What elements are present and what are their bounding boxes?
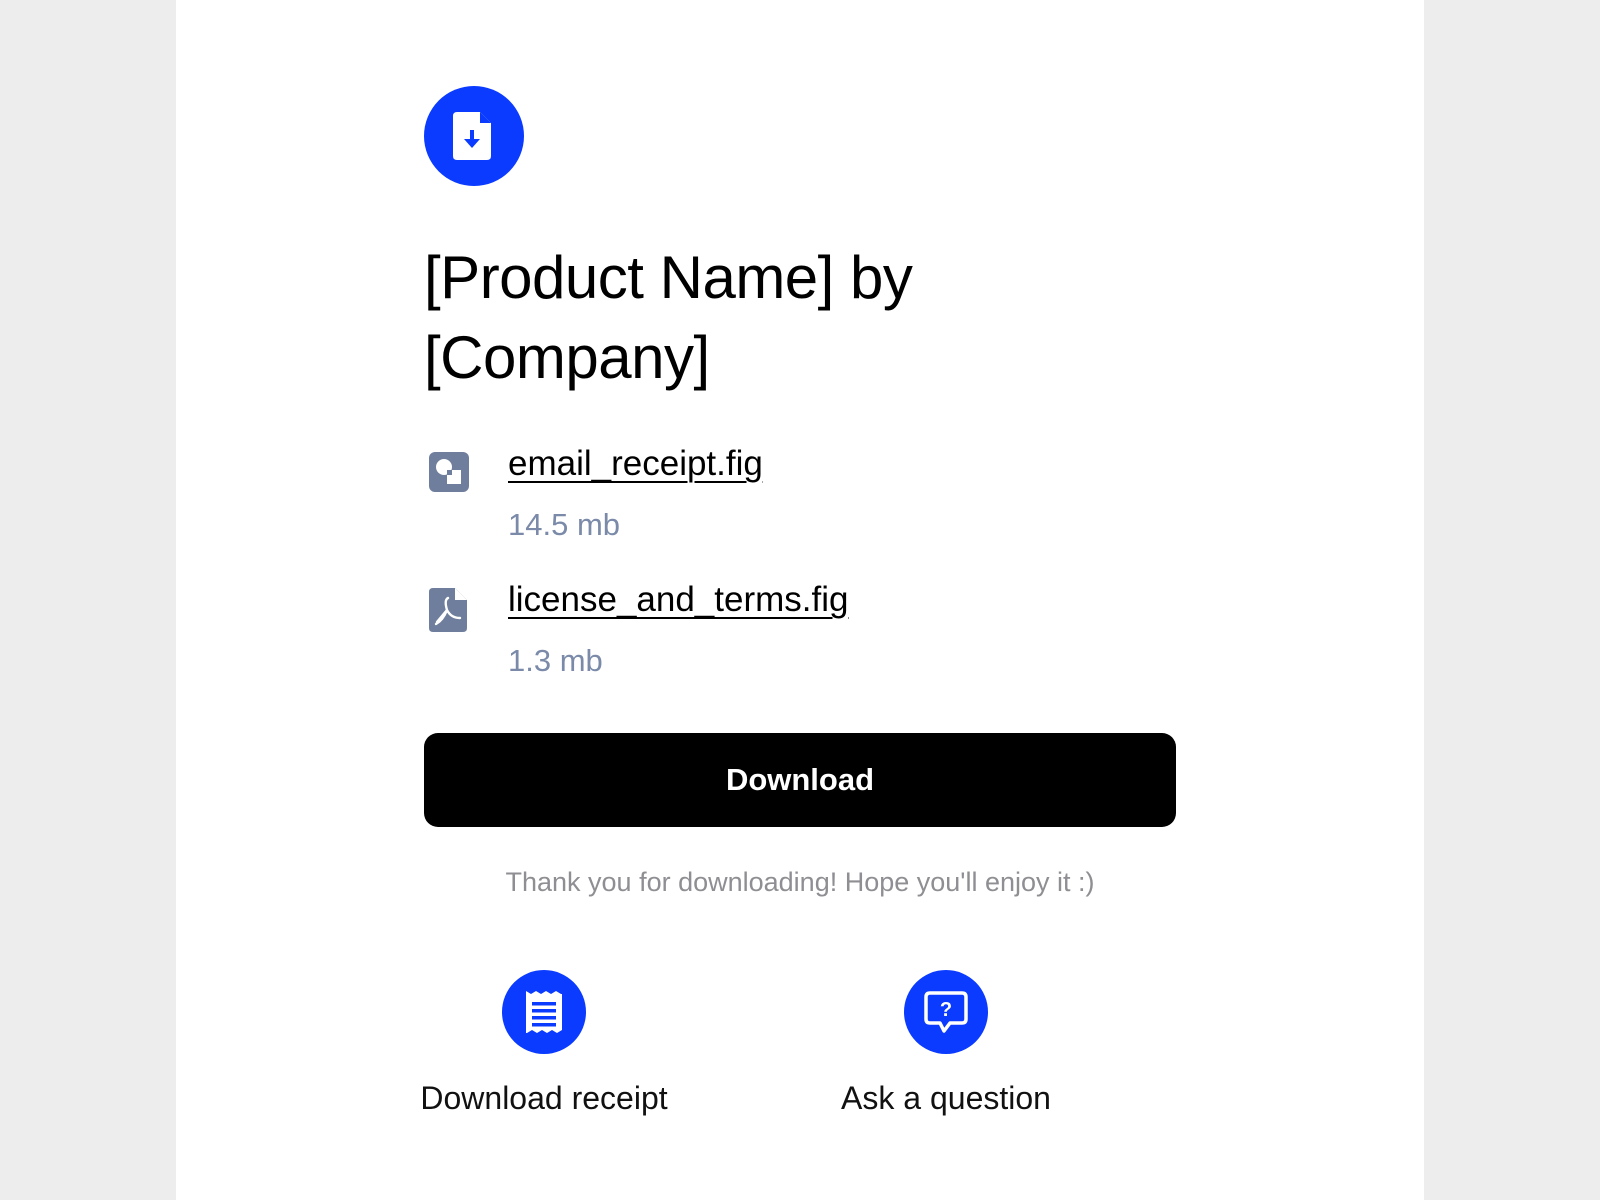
- page-title: [Product Name] by [Company]: [424, 244, 913, 391]
- file-link[interactable]: email_receipt.fig: [508, 442, 763, 486]
- file-item: email_receipt.fig 14.5 mb: [424, 442, 1176, 552]
- file-link[interactable]: license_and_terms.fig: [508, 578, 848, 622]
- email-card: [Product Name] by [Company] email_receip…: [176, 0, 1424, 1200]
- download-button[interactable]: Download: [424, 733, 1176, 827]
- thanks-message: Thank you for downloading! Hope you'll e…: [505, 867, 1095, 897]
- figma-file-icon: [429, 452, 469, 492]
- file-item: license_and_terms.fig 1.3 mb: [424, 578, 1176, 688]
- download-receipt-label: Download receipt: [420, 1080, 668, 1116]
- question-chat-icon: ?: [904, 970, 988, 1054]
- file-size: 14.5 mb: [508, 507, 621, 542]
- ask-question-label: Ask a question: [841, 1080, 1051, 1116]
- svg-text:?: ?: [940, 999, 952, 1021]
- file-download-icon: [424, 86, 524, 186]
- download-receipt-button[interactable]: Download receipt: [384, 970, 704, 1120]
- ask-question-button[interactable]: ? Ask a question: [786, 970, 1106, 1120]
- receipt-icon: [502, 970, 586, 1054]
- pdf-file-icon: [429, 588, 469, 632]
- file-size: 1.3 mb: [508, 643, 603, 678]
